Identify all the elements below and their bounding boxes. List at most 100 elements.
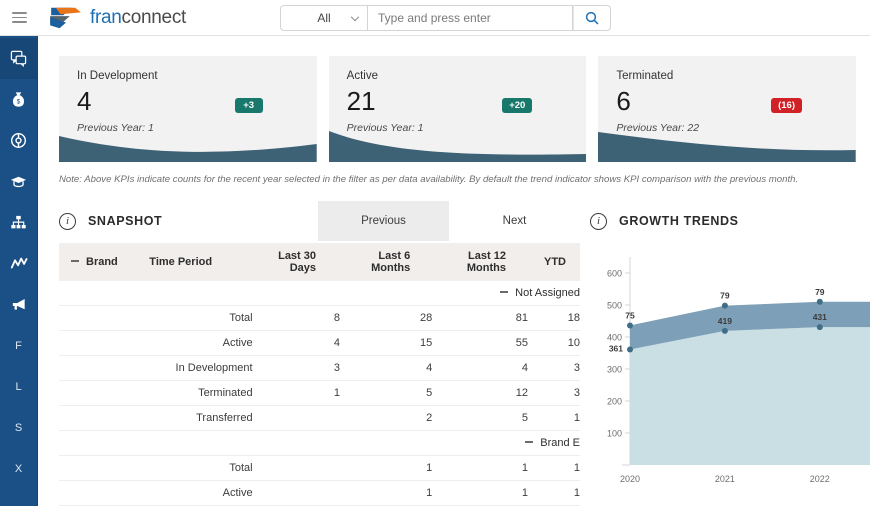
search-scope-dropdown[interactable]: All xyxy=(280,5,368,31)
cell-last-6-months: 4 xyxy=(340,356,432,381)
sidebar-item-messages[interactable] xyxy=(0,38,38,79)
growth-trends-header: i GROWTH TRENDS xyxy=(590,199,870,243)
chat-bubbles-icon xyxy=(10,50,27,67)
group-label-cell[interactable]: Not Assigned xyxy=(59,281,580,306)
graduation-cap-icon xyxy=(10,173,27,190)
table-row[interactable]: Total 1 1 1 xyxy=(59,456,580,481)
franconnect-logo-icon xyxy=(47,5,85,31)
info-icon[interactable]: i xyxy=(590,213,607,230)
table-row-group[interactable]: Not Assigned xyxy=(59,281,580,306)
area-chart-svg: 1002003004005006003617541979431792020202… xyxy=(590,243,870,491)
sidebar-item-label: F xyxy=(15,340,22,352)
table-header: Brand Time Period Last 30 Days Last 6 Mo… xyxy=(59,243,580,281)
cell-last-12-months: 1 xyxy=(432,481,528,506)
kpi-wave-decoration xyxy=(59,128,317,162)
hamburger-menu-icon[interactable] xyxy=(0,0,38,36)
kpi-title: Terminated xyxy=(598,56,856,82)
cell-last-12-months: 12 xyxy=(432,381,528,406)
table-row[interactable]: Active 4 15 55 10 xyxy=(59,331,580,356)
logo-text-fran: fran xyxy=(90,7,122,28)
global-search: All xyxy=(280,5,611,31)
cell-last-12-months: 81 xyxy=(432,306,528,331)
column-header-time-period[interactable]: Time Period xyxy=(149,243,252,281)
kpi-wave-decoration xyxy=(329,128,587,162)
cell-ytd: 18 xyxy=(528,306,580,331)
column-header-brand[interactable]: Brand xyxy=(59,243,149,281)
search-button[interactable] xyxy=(573,5,611,31)
growth-trends-chart[interactable]: 1002003004005006003617541979431792020202… xyxy=(590,243,870,493)
group-label-cell[interactable]: Brand E xyxy=(59,431,580,456)
snapshot-panel: i SNAPSHOT Previous Next Brand Time Peri… xyxy=(59,199,580,506)
table-row-group[interactable]: Brand E xyxy=(59,431,580,456)
cell-last-6-months: 2 xyxy=(340,406,432,431)
cell-last-12-months: 55 xyxy=(432,331,528,356)
sidebar-item-marketing[interactable] xyxy=(0,284,38,325)
info-icon[interactable]: i xyxy=(59,213,76,230)
kpi-title: Active xyxy=(329,56,587,82)
cell-last-6-months: 28 xyxy=(340,306,432,331)
search-scope-value: All xyxy=(317,11,330,25)
column-header-last-6-months[interactable]: Last 6 Months xyxy=(340,243,432,281)
sidebar-item-analytics[interactable] xyxy=(0,243,38,284)
cell-time-period: Terminated xyxy=(149,381,252,406)
svg-text:$: $ xyxy=(17,98,21,105)
svg-text:419: 419 xyxy=(718,316,732,326)
cell-last-6-months: 1 xyxy=(340,456,432,481)
org-chart-icon xyxy=(10,214,27,231)
svg-text:2022: 2022 xyxy=(810,474,830,484)
collapse-dash-icon[interactable] xyxy=(500,291,508,292)
sidebar-item-x[interactable]: X xyxy=(0,448,38,489)
sidebar-item-org[interactable] xyxy=(0,202,38,243)
sidebar-item-l[interactable]: L xyxy=(0,366,38,407)
chevron-down-icon xyxy=(351,13,359,21)
sidebar-item-f[interactable]: F xyxy=(0,325,38,366)
left-sidebar: $ F xyxy=(0,36,38,506)
kpi-card-active[interactable]: Active 21 +20 Previous Year: 1 xyxy=(329,56,587,162)
tab-next[interactable]: Next xyxy=(449,201,580,241)
panels-row: i SNAPSHOT Previous Next Brand Time Peri… xyxy=(38,185,870,506)
svg-text:75: 75 xyxy=(625,310,635,320)
search-icon xyxy=(585,11,599,25)
sidebar-item-finance[interactable]: $ xyxy=(0,79,38,120)
collapse-dash-icon[interactable] xyxy=(525,441,533,442)
cell-time-period: Total xyxy=(149,456,252,481)
table-row[interactable]: Active 1 1 1 xyxy=(59,481,580,506)
growth-trends-panel: i GROWTH TRENDS 100200300400500600361754… xyxy=(590,199,870,506)
svg-text:79: 79 xyxy=(720,291,730,301)
search-input-wrapper[interactable] xyxy=(368,5,573,31)
search-input[interactable] xyxy=(378,11,572,25)
cell-last-30-days xyxy=(253,456,340,481)
sidebar-item-s[interactable]: S xyxy=(0,407,38,448)
sidebar-item-support[interactable] xyxy=(0,120,38,161)
kpi-card-in-development[interactable]: In Development 4 +3 Previous Year: 1 xyxy=(59,56,317,162)
column-header-last-30-days[interactable]: Last 30 Days xyxy=(253,243,340,281)
cell-last-12-months: 5 xyxy=(432,406,528,431)
table-row[interactable]: Terminated 1 5 12 3 xyxy=(59,381,580,406)
main-content: In Development 4 +3 Previous Year: 1 Act… xyxy=(38,36,870,506)
cell-time-period: Active xyxy=(149,481,252,506)
app-logo[interactable]: franconnect xyxy=(47,5,186,31)
cell-ytd: 1 xyxy=(528,406,580,431)
kpi-value: 6 xyxy=(598,82,856,114)
table-row[interactable]: Transferred 2 5 1 xyxy=(59,406,580,431)
cell-last-30-days: 8 xyxy=(253,306,340,331)
sidebar-item-label: L xyxy=(15,381,21,393)
column-header-ytd[interactable]: YTD xyxy=(528,243,580,281)
tab-previous[interactable]: Previous xyxy=(318,201,449,241)
line-chart-icon xyxy=(10,255,28,272)
svg-text:2021: 2021 xyxy=(715,474,735,484)
kpi-card-terminated[interactable]: Terminated 6 (16) Previous Year: 22 xyxy=(598,56,856,162)
cell-ytd: 3 xyxy=(528,381,580,406)
table-row[interactable]: In Development 3 4 4 3 xyxy=(59,356,580,381)
column-header-last-12-months[interactable]: Last 12 Months xyxy=(432,243,528,281)
collapse-dash-icon[interactable] xyxy=(71,260,79,261)
sidebar-item-label: S xyxy=(15,422,22,434)
cell-last-6-months: 5 xyxy=(340,381,432,406)
money-bag-icon: $ xyxy=(10,91,27,108)
svg-text:400: 400 xyxy=(607,333,622,343)
sidebar-item-training[interactable] xyxy=(0,161,38,202)
svg-text:79: 79 xyxy=(815,287,825,297)
svg-text:361: 361 xyxy=(609,343,623,353)
cell-last-30-days: 4 xyxy=(253,331,340,356)
table-row[interactable]: Total 8 28 81 18 xyxy=(59,306,580,331)
